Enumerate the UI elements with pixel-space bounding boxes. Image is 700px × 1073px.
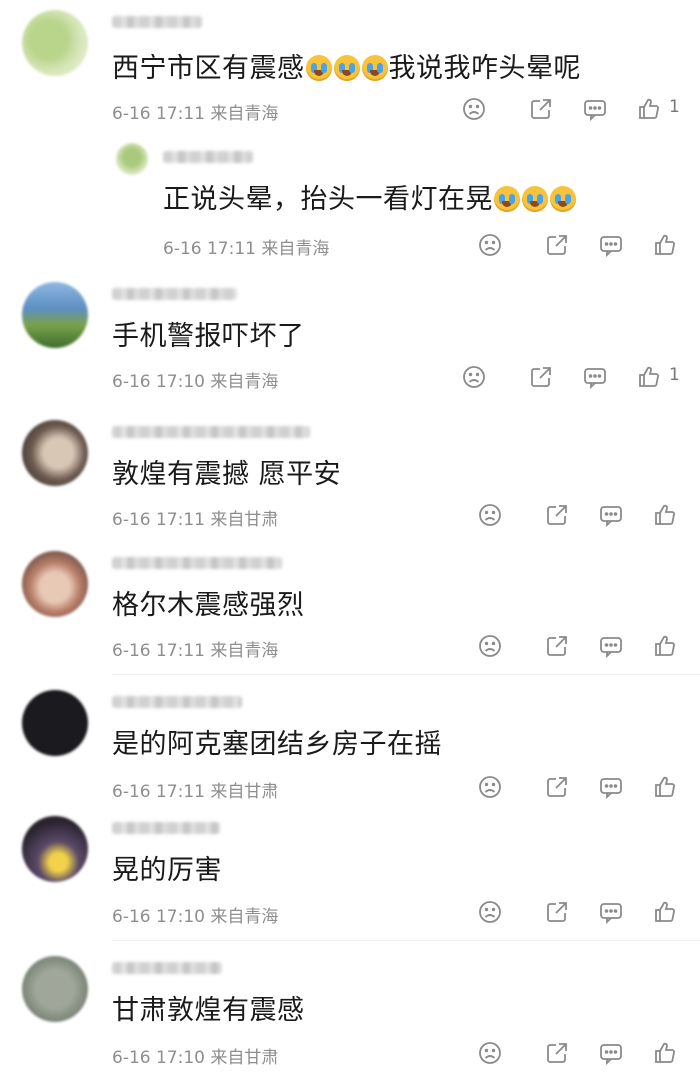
crying-emoji-icon bbox=[494, 186, 520, 212]
share-square-icon[interactable] bbox=[544, 232, 570, 258]
avatar[interactable] bbox=[22, 282, 88, 348]
comment-meta: 6-16 17:11 来自甘肃 bbox=[112, 510, 279, 530]
crying-emoji-icon bbox=[550, 186, 576, 212]
share-square-icon[interactable] bbox=[544, 633, 570, 659]
action-bar bbox=[477, 1040, 687, 1066]
comment-bubble-icon[interactable] bbox=[598, 1040, 624, 1066]
frown-face-icon[interactable] bbox=[477, 232, 503, 258]
share-square-icon[interactable] bbox=[528, 96, 554, 122]
reply-meta: 6-16 17:11 来自青海 bbox=[163, 239, 330, 259]
comment-bubble-icon[interactable] bbox=[598, 774, 624, 800]
comment-meta: 6-16 17:10 来自甘肃 bbox=[112, 1048, 279, 1068]
frown-face-icon[interactable] bbox=[477, 774, 503, 800]
action-bar bbox=[477, 232, 687, 258]
action-bar bbox=[477, 899, 687, 925]
frown-face-icon[interactable] bbox=[461, 364, 487, 390]
comment-bubble-icon[interactable] bbox=[598, 633, 624, 659]
comment-bubble-icon[interactable] bbox=[582, 96, 608, 122]
username-blurred[interactable] bbox=[163, 151, 253, 163]
comment-meta: 6-16 17:11 来自青海 bbox=[112, 641, 279, 661]
avatar[interactable] bbox=[22, 10, 88, 76]
avatar[interactable] bbox=[22, 690, 88, 756]
comment-bubble-icon[interactable] bbox=[598, 899, 624, 925]
username-blurred[interactable] bbox=[112, 557, 282, 569]
action-bar bbox=[477, 633, 687, 659]
username-blurred[interactable] bbox=[112, 696, 242, 708]
action-bar bbox=[477, 774, 687, 800]
avatar[interactable] bbox=[116, 143, 148, 175]
reply-text: 正说头晕，抬头一看灯在晃 bbox=[163, 183, 577, 217]
comment-bubble-icon[interactable] bbox=[598, 502, 624, 528]
comment-text-main: 西宁市区有震感 bbox=[112, 53, 305, 84]
comment-text: 敦煌有震撼 愿平安 bbox=[112, 459, 342, 490]
avatar[interactable] bbox=[22, 420, 88, 486]
crying-emoji-icon bbox=[522, 186, 548, 212]
username-blurred[interactable] bbox=[112, 16, 202, 28]
comment-text: 甘肃敦煌有震感 bbox=[112, 995, 305, 1026]
avatar[interactable] bbox=[22, 816, 88, 882]
thumbs-up-icon[interactable] bbox=[652, 899, 678, 925]
thumbs-up-icon[interactable] bbox=[652, 502, 678, 528]
comment-bubble-icon[interactable] bbox=[598, 232, 624, 258]
thumbs-up-icon[interactable] bbox=[652, 1040, 678, 1066]
crying-emoji-icon bbox=[333, 55, 360, 81]
action-bar bbox=[477, 502, 687, 528]
thumbs-up-icon[interactable] bbox=[636, 96, 662, 122]
frown-face-icon[interactable] bbox=[477, 899, 503, 925]
thumbs-up-icon[interactable] bbox=[636, 364, 662, 390]
action-bar: 1 bbox=[461, 96, 691, 122]
frown-face-icon[interactable] bbox=[477, 502, 503, 528]
comment-text: 是的阿克塞团结乡房子在摇 bbox=[112, 729, 442, 760]
share-square-icon[interactable] bbox=[544, 774, 570, 800]
thumbs-up-icon[interactable] bbox=[652, 232, 678, 258]
thumbs-up-icon[interactable] bbox=[652, 633, 678, 659]
crying-emoji-icon bbox=[305, 55, 332, 81]
divider bbox=[112, 940, 700, 941]
comment-meta: 6-16 17:11 来自甘肃 bbox=[112, 782, 279, 802]
avatar[interactable] bbox=[22, 551, 88, 617]
comment-meta: 6-16 17:10 来自青海 bbox=[112, 372, 279, 392]
comment-bubble-icon[interactable] bbox=[582, 364, 608, 390]
avatar[interactable] bbox=[22, 956, 88, 1022]
username-blurred[interactable] bbox=[112, 962, 222, 974]
comment-text-suffix: 我说我咋头晕呢 bbox=[388, 53, 581, 84]
frown-face-icon[interactable] bbox=[461, 96, 487, 122]
username-blurred[interactable] bbox=[112, 822, 220, 834]
comment-meta: 6-16 17:10 来自青海 bbox=[112, 907, 279, 927]
frown-face-icon[interactable] bbox=[477, 1040, 503, 1066]
comment-text: 晃的厉害 bbox=[112, 855, 222, 886]
share-square-icon[interactable] bbox=[544, 899, 570, 925]
action-bar: 1 bbox=[461, 364, 691, 390]
share-square-icon[interactable] bbox=[544, 502, 570, 528]
comment-meta: 6-16 17:11 来自青海 bbox=[112, 104, 279, 124]
like-count: 1 bbox=[669, 97, 680, 117]
frown-face-icon[interactable] bbox=[477, 633, 503, 659]
thumbs-up-icon[interactable] bbox=[652, 774, 678, 800]
share-square-icon[interactable] bbox=[544, 1040, 570, 1066]
share-square-icon[interactable] bbox=[528, 364, 554, 390]
reply-text-main: 正说头晕，抬头一看灯在晃 bbox=[163, 184, 493, 215]
comment-text: 西宁市区有震感 我说我咋头晕呢 bbox=[112, 52, 581, 86]
like-count: 1 bbox=[669, 365, 680, 385]
divider bbox=[112, 674, 700, 675]
crying-emoji-icon bbox=[361, 55, 388, 81]
username-blurred[interactable] bbox=[112, 288, 237, 300]
username-blurred[interactable] bbox=[112, 426, 310, 438]
comment-text: 格尔木震感强烈 bbox=[112, 590, 305, 621]
comment-text: 手机警报吓坏了 bbox=[112, 321, 305, 352]
